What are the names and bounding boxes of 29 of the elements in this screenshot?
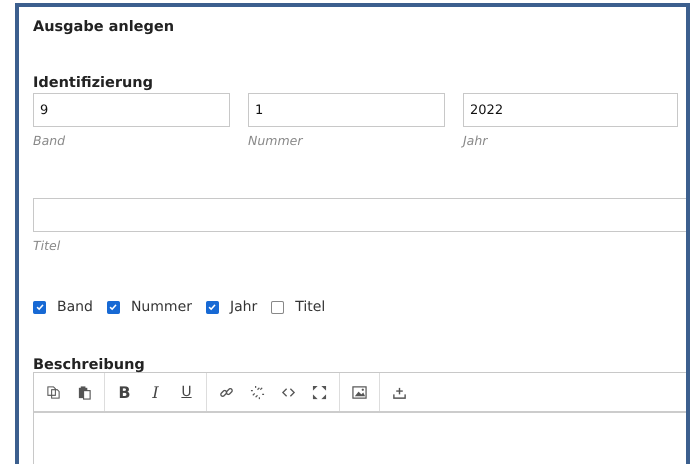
field-caption: Nummer — [248, 133, 304, 148]
section-heading: Beschreibung — [33, 357, 146, 372]
fullscreen-icon[interactable] — [312, 384, 327, 400]
paste-icon[interactable] — [77, 384, 92, 400]
input-field[interactable]: 2022 — [463, 93, 678, 127]
field-caption: Jahr — [463, 133, 489, 148]
image-icon[interactable] — [352, 384, 367, 400]
checkbox[interactable] — [271, 300, 284, 314]
check-icon — [207, 302, 218, 312]
bold-button[interactable]: B — [117, 382, 132, 402]
field-caption: Band — [33, 133, 66, 148]
checkbox[interactable] — [33, 300, 46, 314]
checkbox[interactable] — [106, 300, 120, 314]
input-field[interactable]: 9 — [33, 93, 230, 127]
input-field[interactable] — [33, 198, 686, 232]
checkbox-label: Nummer — [130, 299, 192, 315]
underline-button[interactable]: U — [179, 384, 194, 400]
check-icon — [34, 302, 44, 312]
checkbox[interactable] — [206, 300, 219, 314]
field-caption: Titel — [33, 238, 62, 253]
input-field[interactable]: 1 — [248, 93, 445, 127]
dialog-title: Ausgabe anlegen — [33, 19, 176, 37]
section-heading: Identifizierung — [33, 75, 154, 93]
checkbox-label: Titel — [295, 299, 326, 315]
checkbox-label: Jahr — [230, 299, 258, 315]
copy-icon[interactable] — [46, 384, 61, 400]
italic-button[interactable]: I — [148, 382, 163, 402]
check-icon — [108, 302, 118, 312]
checkbox-label: Band — [57, 299, 93, 315]
